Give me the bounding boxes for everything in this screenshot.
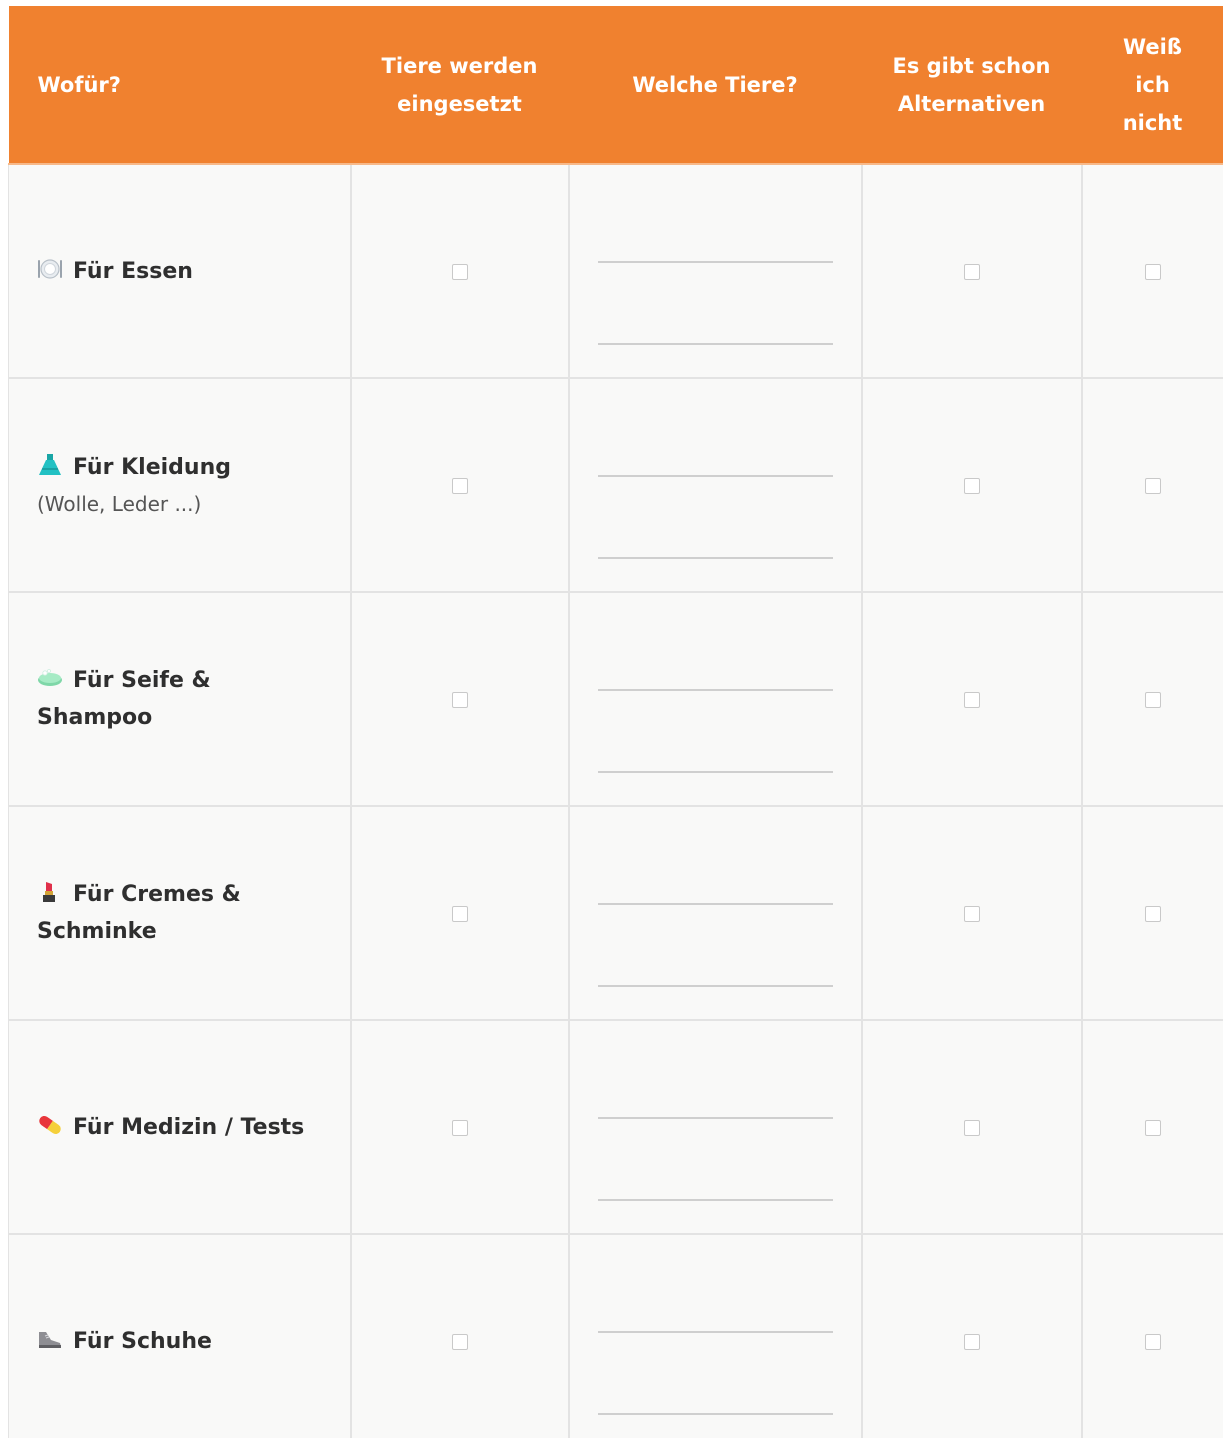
cell-animals-used: [349, 805, 570, 1021]
header-alternatives: Es gibt schon Alternativen: [861, 6, 1082, 165]
table-header-row: Wofür? Tiere werden eingesetzt Welche Ti…: [8, 6, 1223, 165]
checkbox-dont-know[interactable]: [1145, 1334, 1161, 1350]
cell-which-animals[interactable]: [567, 1233, 863, 1438]
writing-line: [597, 261, 833, 263]
writing-line: [597, 1117, 833, 1119]
cell-animals-used: [349, 1019, 570, 1235]
cell-dont-know: [1080, 377, 1223, 593]
cell-alternatives: [860, 591, 1083, 807]
checkbox-dont-know[interactable]: [1145, 1120, 1161, 1136]
writing-line: [597, 985, 833, 987]
cell-animals-used: [349, 591, 570, 807]
plate-cutlery-icon: [37, 255, 63, 279]
checkbox-alternatives[interactable]: [963, 1120, 980, 1136]
header-animals-used-text: Tiere werden eingesetzt: [381, 53, 538, 116]
animal-use-worksheet: Wofür? Tiere werden eingesetzt Welche Ti…: [8, 6, 1223, 1438]
checkbox-dont-know[interactable]: [1145, 478, 1161, 494]
cell-dont-know: [1080, 1233, 1223, 1438]
table-row: Für Medizin / Tests: [8, 1019, 1223, 1235]
row-label-cell: Für Medizin / Tests: [8, 1019, 352, 1235]
header-purpose: Wofür?: [8, 6, 351, 165]
table-row: Für Cremes & Schminke: [8, 805, 1223, 1021]
cell-dont-know: [1080, 1019, 1223, 1235]
row-label: Für Cremes & Schminke: [37, 882, 241, 944]
header-animals-used: Tiere werden eingesetzt: [350, 6, 569, 165]
table-row: Für Seife & Shampoo: [8, 591, 1223, 807]
row-label-cell: Für Essen: [8, 163, 352, 379]
checkbox-alternatives[interactable]: [963, 1334, 980, 1350]
checkbox-animals-used[interactable]: [451, 478, 468, 494]
header-which-animals: Welche Tiere?: [568, 6, 862, 165]
cell-animals-used: [349, 1233, 570, 1438]
checkbox-animals-used[interactable]: [451, 264, 468, 280]
cell-alternatives: [860, 163, 1083, 379]
checkbox-alternatives[interactable]: [963, 264, 980, 280]
cell-dont-know: [1080, 591, 1223, 807]
row-label: Für Schuhe: [73, 1328, 212, 1354]
row-label: Für Seife & Shampoo: [37, 668, 211, 730]
writing-line: [597, 343, 833, 345]
table-row: Für Kleidung (Wolle, Leder ...): [8, 377, 1223, 593]
cell-which-animals[interactable]: [567, 377, 863, 593]
writing-line: [597, 689, 833, 691]
row-label-cell: Für Kleidung (Wolle, Leder ...): [8, 377, 352, 593]
checkbox-alternatives[interactable]: [963, 478, 980, 494]
writing-line: [597, 557, 833, 559]
pill-icon: [37, 1111, 63, 1134]
writing-line: [597, 771, 833, 773]
lipstick-icon: [37, 878, 63, 902]
checkbox-animals-used[interactable]: [451, 1120, 468, 1136]
cell-dont-know: [1080, 805, 1223, 1021]
table-row: Für Schuhe: [8, 1233, 1223, 1438]
soap-icon: [37, 664, 63, 686]
cell-alternatives: [860, 377, 1083, 593]
writing-line: [597, 475, 833, 477]
checkbox-alternatives[interactable]: [963, 906, 980, 922]
row-label-cell: Für Schuhe: [8, 1233, 352, 1438]
header-dont-know-text: Weiß ich nicht: [1122, 34, 1183, 135]
cell-alternatives: [860, 1019, 1083, 1235]
shoe-icon: [37, 1325, 63, 1348]
checkbox-animals-used[interactable]: [451, 906, 468, 922]
writing-line: [597, 1413, 833, 1415]
checkbox-dont-know[interactable]: [1145, 692, 1161, 708]
row-label: Für Essen: [73, 258, 193, 284]
checkbox-dont-know[interactable]: [1145, 264, 1161, 280]
checkbox-dont-know[interactable]: [1145, 906, 1161, 922]
writing-line: [597, 1199, 833, 1201]
checkbox-animals-used[interactable]: [451, 1334, 468, 1350]
checkbox-alternatives[interactable]: [963, 692, 980, 708]
cell-which-animals[interactable]: [567, 1019, 863, 1235]
dress-icon: [37, 451, 63, 475]
cell-which-animals[interactable]: [567, 591, 863, 807]
cell-which-animals[interactable]: [567, 163, 863, 379]
table-row: Für Essen: [8, 163, 1223, 379]
header-dont-know: Weiß ich nicht: [1081, 6, 1223, 165]
writing-line: [597, 903, 833, 905]
row-sublabel: (Wolle, Leder ...): [37, 491, 202, 516]
row-label: Für Medizin / Tests: [73, 1114, 305, 1140]
animal-use-table: Wofür? Tiere werden eingesetzt Welche Ti…: [8, 6, 1223, 1438]
cell-which-animals[interactable]: [567, 805, 863, 1021]
cell-animals-used: [349, 377, 570, 593]
cell-alternatives: [860, 1233, 1083, 1438]
row-label-cell: Für Cremes & Schminke: [8, 805, 352, 1021]
cell-animals-used: [349, 163, 570, 379]
writing-line: [597, 1331, 833, 1333]
checkbox-animals-used[interactable]: [451, 692, 468, 708]
row-label: Für Kleidung: [73, 454, 231, 480]
cell-alternatives: [860, 805, 1083, 1021]
row-label-cell: Für Seife & Shampoo: [8, 591, 352, 807]
cell-dont-know: [1080, 163, 1223, 379]
header-alternatives-text: Es gibt schon Alternativen: [892, 53, 1051, 116]
